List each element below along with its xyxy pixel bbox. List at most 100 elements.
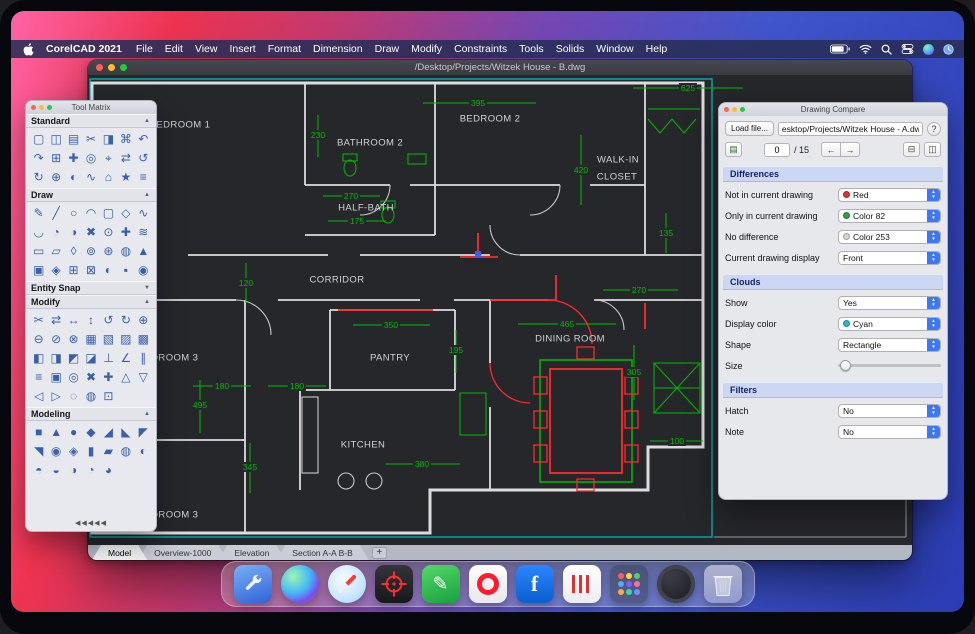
tool-icon[interactable]: ◎ xyxy=(65,368,82,386)
tab-overview-1000[interactable]: Overview-1000 xyxy=(138,545,227,560)
tool-icon[interactable]: ∿ xyxy=(135,204,152,222)
tool-icon[interactable]: ✎ xyxy=(30,204,47,222)
tool-icon[interactable]: ↷ xyxy=(30,149,47,167)
tab-section-a-a-b-b[interactable]: Section A-A B-B xyxy=(276,545,368,560)
tool-icon[interactable]: ▲ xyxy=(135,242,152,260)
tool-icon[interactable]: ⊥ xyxy=(100,349,117,367)
reader-dock-icon[interactable] xyxy=(563,565,601,603)
tool-icon[interactable]: ⊕ xyxy=(135,311,152,329)
section-header-standard[interactable]: Standard▲ xyxy=(26,114,156,128)
tool-icon[interactable]: ∥ xyxy=(135,349,152,367)
tool-icon[interactable]: ⊖ xyxy=(30,330,47,348)
tool-icon[interactable]: ◈ xyxy=(65,442,82,460)
tool-icon[interactable]: ↔ xyxy=(65,311,82,329)
tool-icon[interactable]: ◍ xyxy=(82,387,99,405)
tool-icon[interactable]: ▮ xyxy=(82,442,99,460)
wifi-icon[interactable] xyxy=(859,44,872,54)
tool-icon[interactable]: ◑ xyxy=(65,223,82,241)
safari-dock-icon[interactable] xyxy=(328,565,366,603)
tool-icon[interactable]: ◣ xyxy=(117,423,134,441)
tool-icon[interactable]: ╱ xyxy=(47,204,64,222)
dropdown-only-in-current-drawing[interactable]: Color 82▲▼ xyxy=(838,209,941,223)
zoom-button[interactable] xyxy=(120,64,127,71)
menu-help[interactable]: Help xyxy=(640,43,674,55)
tool-icon[interactable]: ∠ xyxy=(117,349,134,367)
collapse-arrows[interactable]: ◀◀◀◀◀ xyxy=(26,517,156,531)
tool-icon[interactable]: ↺ xyxy=(100,311,117,329)
tool-icon[interactable]: ◥ xyxy=(30,442,47,460)
next-difference-button[interactable]: → xyxy=(840,142,860,157)
tool-icon[interactable]: ↺ xyxy=(135,149,152,167)
search-icon[interactable] xyxy=(881,44,892,55)
tool-icon[interactable]: ≡ xyxy=(135,168,152,186)
tool-icon[interactable]: ● xyxy=(65,423,82,441)
tool-icon[interactable]: ▪ xyxy=(117,261,134,279)
control-center-icon[interactable] xyxy=(901,44,914,54)
compare-titlebar[interactable]: Drawing Compare xyxy=(719,103,947,116)
menu-solids[interactable]: Solids xyxy=(550,43,591,55)
menu-format[interactable]: Format xyxy=(262,43,307,55)
tool-icon[interactable]: ✚ xyxy=(65,149,82,167)
tool-icon[interactable]: ↻ xyxy=(117,311,134,329)
tool-icon[interactable]: ◈ xyxy=(47,261,64,279)
slider-knob[interactable] xyxy=(840,360,851,371)
compare-close-button[interactable] xyxy=(724,107,729,112)
tool-icon[interactable]: ★ xyxy=(117,168,134,186)
tool-icon[interactable]: ↻ xyxy=(30,168,47,186)
tool-icon[interactable]: ⊞ xyxy=(65,261,82,279)
tool-icon[interactable]: ✂ xyxy=(30,311,47,329)
tool-icon[interactable]: ≋ xyxy=(135,223,152,241)
opera-dock-icon[interactable] xyxy=(469,565,507,603)
tool-icon[interactable]: ▤ xyxy=(65,130,82,148)
tool-icon[interactable]: ▽ xyxy=(135,368,152,386)
tool-icon[interactable]: ◐ xyxy=(135,442,152,460)
tool-icon[interactable]: ◓ xyxy=(30,461,47,479)
tool-icon[interactable]: ⇄ xyxy=(47,311,64,329)
palette-close-button[interactable] xyxy=(31,105,36,110)
menu-dimension[interactable]: Dimension xyxy=(307,43,369,55)
tool-icon[interactable]: ✂ xyxy=(82,130,99,148)
menu-tools[interactable]: Tools xyxy=(513,43,550,55)
tool-icon[interactable]: △ xyxy=(117,368,134,386)
tool-icon[interactable]: ▣ xyxy=(47,368,64,386)
tool-icon[interactable]: ◉ xyxy=(47,442,64,460)
tool-icon[interactable]: ⇄ xyxy=(117,149,134,167)
tool-icon[interactable]: ◉ xyxy=(135,261,152,279)
tool-icon[interactable]: ⊗ xyxy=(65,330,82,348)
tool-icon[interactable]: ◊ xyxy=(65,242,82,260)
section-header-modeling[interactable]: Modeling▲ xyxy=(26,407,156,421)
tool-icon[interactable]: ▩ xyxy=(135,330,152,348)
tool-icon[interactable]: ⌘ xyxy=(117,130,134,148)
tool-icon[interactable]: ▣ xyxy=(30,261,47,279)
tool-icon[interactable]: ⊠ xyxy=(82,261,99,279)
print-icon[interactable]: ⊟ xyxy=(903,142,920,157)
dropdown-display-color[interactable]: Cyan▲▼ xyxy=(838,317,941,331)
menu-file[interactable]: File xyxy=(130,43,159,55)
tool-icon[interactable]: ◔ xyxy=(47,223,64,241)
utilities-dock-icon[interactable] xyxy=(234,565,272,603)
previous-difference-button[interactable]: ← xyxy=(821,142,841,157)
tool-icon[interactable]: ▨ xyxy=(117,330,134,348)
dropdown-no-difference[interactable]: Color 253▲▼ xyxy=(838,230,941,244)
difference-index-field[interactable] xyxy=(764,143,790,157)
lens-dock-icon[interactable] xyxy=(657,565,695,603)
tool-icon[interactable]: ✚ xyxy=(100,368,117,386)
dropdown-hatch[interactable]: No▲▼ xyxy=(838,404,941,418)
tool-icon[interactable]: ◨ xyxy=(47,349,64,367)
tool-icon[interactable]: ↕ xyxy=(82,311,99,329)
menu-draw[interactable]: Draw xyxy=(369,43,406,55)
tool-icon[interactable]: ◍ xyxy=(117,242,134,260)
tool-icon[interactable]: ◡ xyxy=(30,223,47,241)
tool-icon[interactable]: ■ xyxy=(30,423,47,441)
siri-dock-icon[interactable] xyxy=(281,565,319,603)
menu-window[interactable]: Window xyxy=(590,43,639,55)
battery-icon[interactable] xyxy=(830,44,850,54)
tool-icon[interactable]: ◫ xyxy=(47,130,64,148)
menu-modify[interactable]: Modify xyxy=(405,43,448,55)
tool-icon[interactable]: ▱ xyxy=(47,242,64,260)
tool-icon[interactable]: ▷ xyxy=(47,387,64,405)
facebook-dock-icon[interactable]: f xyxy=(516,565,554,603)
section-header-modify[interactable]: Modify▲ xyxy=(26,295,156,309)
trash-dock-icon[interactable] xyxy=(704,565,742,603)
palette-titlebar[interactable]: Tool Matrix xyxy=(26,101,156,114)
